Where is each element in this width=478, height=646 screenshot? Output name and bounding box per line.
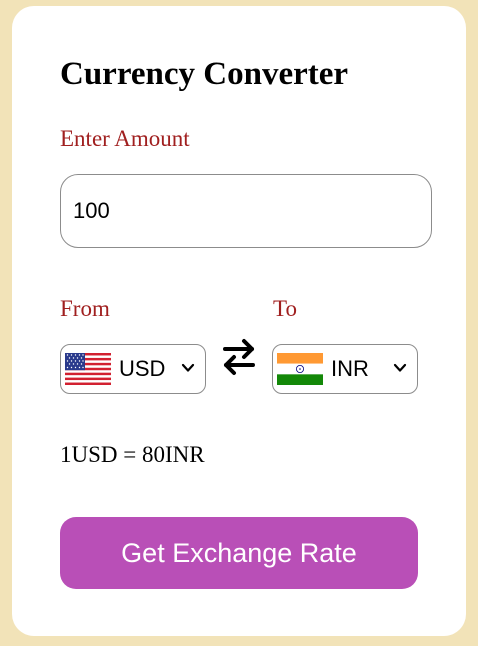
from-currency-select[interactable]: USD [60, 344, 206, 394]
amount-label: Enter Amount [60, 126, 190, 151]
to-currency-value: INR [331, 356, 369, 381]
amount-input[interactable] [60, 174, 432, 248]
from-label: From [60, 296, 110, 321]
chevron-down-icon [181, 363, 195, 372]
swap-arrows-icon[interactable] [222, 337, 256, 377]
india-flag-icon [277, 353, 323, 385]
to-currency-select[interactable]: INR [272, 344, 418, 394]
to-label: To [273, 296, 297, 321]
from-currency-value: USD [119, 356, 166, 381]
us-flag-icon [65, 353, 111, 385]
get-exchange-rate-button[interactable]: Get Exchange Rate [60, 517, 418, 589]
page-title: Currency Converter [60, 56, 349, 92]
exchange-rate-text: 1USD = 80INR [60, 442, 205, 467]
converter-card: Currency Converter Enter Amount From To … [12, 6, 466, 636]
chevron-down-icon [393, 363, 407, 372]
